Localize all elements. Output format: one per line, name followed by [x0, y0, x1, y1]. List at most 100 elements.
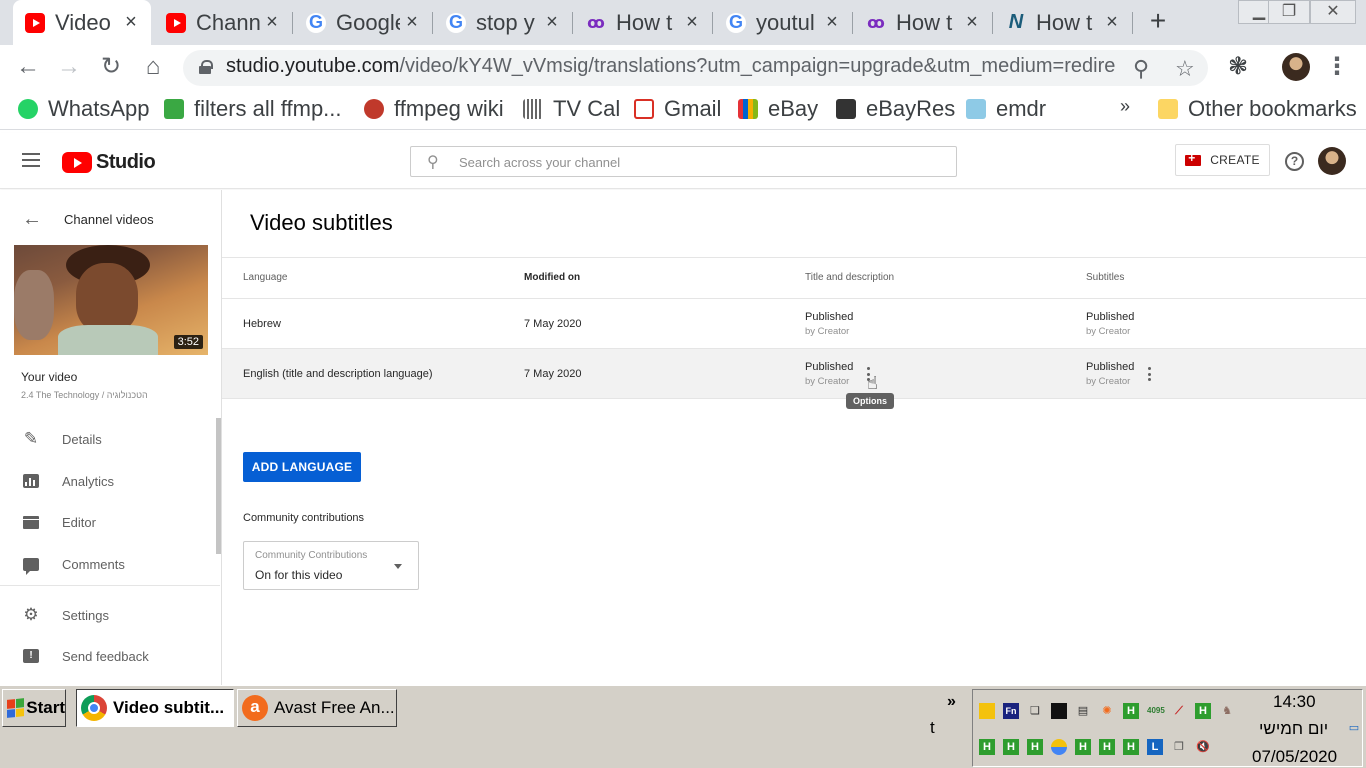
column-header-modified[interactable]: Modified on [524, 272, 580, 283]
tray-monitor-icon[interactable]: ▭ [1346, 720, 1362, 736]
tray-h-icon[interactable]: H [1195, 703, 1211, 719]
tray-clipboard-icon[interactable]: ❐ [1171, 739, 1187, 755]
browser-menu-icon[interactable]: ⋮ [1322, 52, 1352, 82]
tray-l-icon[interactable]: L [1147, 739, 1163, 755]
tray-document-icon[interactable]: ▤ [1075, 703, 1091, 719]
help-icon[interactable]: ? [1285, 152, 1304, 171]
tray-fn-icon[interactable]: Fn [1003, 703, 1019, 719]
close-icon[interactable]: × [119, 11, 143, 34]
bookmark-ebayres[interactable]: eBayRes [836, 96, 955, 122]
other-bookmarks-folder[interactable]: Other bookmarks [1158, 96, 1357, 122]
tray-h-icon[interactable]: H [979, 739, 995, 755]
bookmark-star-icon[interactable]: ☆ [1175, 56, 1195, 82]
tray-h-icon[interactable]: H [1003, 739, 1019, 755]
tray-globe-icon[interactable] [1051, 739, 1067, 755]
tray-copy-icon[interactable]: ❏ [1027, 703, 1043, 719]
search-icon[interactable]: ⚲ [427, 152, 439, 172]
sidebar-item-editor[interactable]: Editor [0, 501, 220, 543]
account-avatar[interactable] [1318, 147, 1346, 175]
community-contributions-select[interactable]: Community Contributions On for this vide… [243, 541, 419, 590]
taskbar-chrome-window[interactable]: Video subtit... [76, 689, 234, 727]
close-icon[interactable]: × [540, 11, 564, 34]
channel-videos-link[interactable]: ← Channel videos [22, 208, 154, 231]
window-close-button[interactable]: ✕ [1310, 0, 1356, 24]
zoom-icon[interactable]: ⚲ [1133, 56, 1149, 82]
sidebar-item-comments[interactable]: Comments [0, 543, 220, 585]
close-icon[interactable]: × [260, 11, 284, 34]
title-status-cell[interactable]: Published by Creator [805, 361, 853, 387]
subtitles-status-cell[interactable]: Published by Creator [1086, 311, 1134, 337]
home-icon[interactable]: ⌂ [138, 52, 168, 82]
tab-stop-youtube[interactable]: G stop y × [434, 0, 572, 45]
tray-4095-icon[interactable]: 4095 [1147, 703, 1165, 719]
tray-h-icon[interactable]: H [1123, 739, 1139, 755]
bookmark-gmail[interactable]: Gmail [634, 96, 721, 122]
tab-google[interactable]: G Google × [294, 0, 432, 45]
subtitles-status-cell[interactable]: Published by Creator [1086, 361, 1134, 387]
subtitles-options-icon[interactable] [1148, 367, 1152, 381]
close-icon[interactable]: × [960, 11, 984, 34]
search-input[interactable] [459, 151, 939, 173]
browser-profile-avatar[interactable] [1282, 53, 1310, 81]
bookmark-tv-cal[interactable]: TV Cal [523, 96, 620, 122]
close-icon[interactable]: × [1100, 11, 1124, 34]
tray-avast-icon[interactable]: ✺ [1099, 703, 1115, 719]
title-status-cell[interactable]: Published by Creator [805, 311, 853, 337]
more-bookmarks-button[interactable]: » [1120, 96, 1130, 117]
close-icon[interactable]: × [400, 11, 424, 34]
bookmark-ffmpeg-wiki[interactable]: ffmpeg wiki [364, 96, 504, 122]
bookmark-ebay[interactable]: eBay [738, 96, 818, 122]
tray-h-icon[interactable]: H [1075, 739, 1091, 755]
table-row[interactable]: English (title and description language)… [222, 349, 1366, 399]
restore-button[interactable]: ❐ [1268, 0, 1310, 24]
back-arrow-icon[interactable]: ← [13, 52, 43, 82]
create-button[interactable]: CREATE [1175, 144, 1270, 176]
sidebar-item-analytics[interactable]: Analytics [0, 460, 220, 502]
url-text[interactable]: studio.youtube.com/video/kY4W_vVmsig/tra… [226, 55, 1116, 78]
add-language-button[interactable]: ADD LANGUAGE [243, 452, 361, 482]
close-icon[interactable]: × [820, 11, 844, 34]
sidebar-scrollbar[interactable] [216, 418, 221, 554]
tab-video-subtitles[interactable]: Video × [13, 0, 151, 45]
tray-package-icon[interactable] [979, 703, 995, 719]
left-sidebar: ← Channel videos 3:52 Your video 2.4 The… [0, 190, 222, 685]
hamburger-menu-icon[interactable] [22, 153, 40, 167]
start-button[interactable]: Start [2, 689, 66, 727]
close-icon[interactable]: × [680, 11, 704, 34]
comment-icon [22, 555, 40, 575]
column-header-language[interactable]: Language [243, 272, 288, 283]
tab-divider [292, 12, 293, 34]
reload-icon[interactable]: ↻ [96, 52, 126, 82]
tray-expand-icon[interactable]: » [947, 693, 956, 711]
bookmark-emdr[interactable]: emdr [966, 96, 1046, 122]
tray-mute-icon[interactable]: 🔇 [1195, 739, 1211, 755]
modified-cell: 7 May 2020 [524, 318, 582, 330]
sidebar-item-settings[interactable]: ⚙ Settings [0, 594, 220, 636]
studio-logo[interactable]: Studio [62, 151, 156, 174]
new-tab-button[interactable]: + [1143, 6, 1173, 36]
clock-time[interactable]: 14:30 [1273, 692, 1316, 712]
select-label: Community Contributions [255, 550, 368, 561]
tab-how-to-3[interactable]: N How t × [994, 0, 1132, 45]
video-thumbnail[interactable]: 3:52 [14, 245, 208, 355]
sidebar-item-send-feedback[interactable]: ! Send feedback [0, 635, 220, 677]
tray-h-icon[interactable]: H [1099, 739, 1115, 755]
taskbar-avast-window[interactable]: a Avast Free An... [237, 689, 397, 727]
tab-channel[interactable]: Chann × [154, 0, 292, 45]
address-bar[interactable]: studio.youtube.com/video/kY4W_vVmsig/tra… [183, 50, 1208, 86]
tab-youtube-search[interactable]: G youtul × [714, 0, 852, 45]
tray-flag-icon[interactable]: ⟋ [1171, 703, 1187, 719]
browser-tab-strip: Video × Chann × G Google × G stop y × ꝏ … [0, 0, 1366, 45]
sidebar-item-details[interactable]: ✎ Details [0, 418, 220, 460]
extension-icon[interactable]: ❃ [1223, 52, 1253, 82]
forward-arrow-icon[interactable]: → [54, 52, 84, 82]
tab-how-to-1[interactable]: ꝏ How t × [574, 0, 712, 45]
tray-h-icon[interactable]: H [1123, 703, 1139, 719]
bookmark-whatsapp[interactable]: WhatsApp [18, 96, 150, 122]
table-row[interactable]: Hebrew 7 May 2020 Published by Creator P… [222, 299, 1366, 349]
bookmark-filters-ffmpeg[interactable]: filters all ffmp... [164, 96, 342, 122]
tray-figure-icon[interactable]: ♞ [1219, 703, 1235, 719]
tab-how-to-2[interactable]: ꝏ How t × [854, 0, 992, 45]
tray-h-icon[interactable]: H [1027, 739, 1043, 755]
tray-terminal-icon[interactable] [1051, 703, 1067, 719]
